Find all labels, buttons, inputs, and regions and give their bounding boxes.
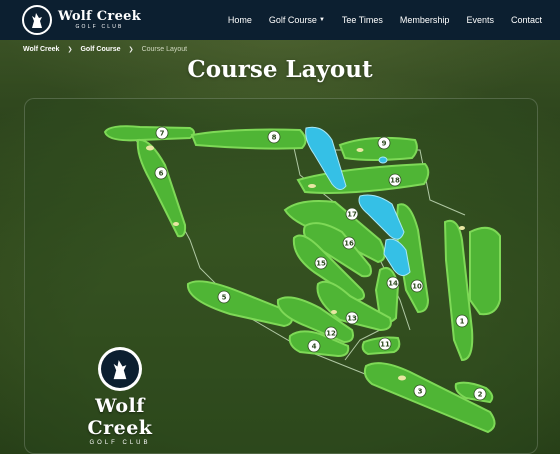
wolf-howling-icon	[101, 350, 139, 388]
hole-number-label: 17	[347, 211, 357, 219]
hole-marker-16[interactable]: 16	[342, 236, 356, 250]
hole-marker-2[interactable]: 2	[473, 387, 487, 401]
club-logo-subtitle: GOLF CLUB	[89, 440, 151, 446]
hole-marker-7[interactable]: 7	[155, 126, 169, 140]
hole-marker-6[interactable]: 6	[154, 166, 168, 180]
hole-marker-15[interactable]: 15	[314, 256, 328, 270]
hole-marker-4[interactable]: 4	[307, 339, 321, 353]
hole-marker-9[interactable]: 9	[377, 136, 391, 150]
hole-number-label: 3	[418, 388, 423, 396]
hole-number-label: 12	[326, 330, 336, 338]
hole-marker-11[interactable]: 11	[378, 337, 392, 351]
hole-number-label: 1	[460, 318, 465, 326]
hole-marker-13[interactable]: 13	[345, 311, 359, 325]
hole-number-label: 7	[160, 130, 165, 138]
hole-marker-5[interactable]: 5	[217, 290, 231, 304]
hole-marker-14[interactable]: 14	[386, 276, 400, 290]
hole-number-label: 14	[388, 280, 398, 288]
hole-marker-10[interactable]: 10	[410, 279, 424, 293]
hole-number-label: 8	[272, 134, 277, 142]
hole-marker-1[interactable]: 1	[455, 314, 469, 328]
hole-marker-8[interactable]: 8	[267, 130, 281, 144]
hole-number-label: 11	[380, 341, 390, 349]
hole-number-label: 2	[478, 391, 483, 399]
hole-number-label: 18	[390, 177, 400, 185]
hole-number-label: 5	[222, 294, 227, 302]
club-logo: Wolf Creek GOLF CLUB	[62, 347, 178, 446]
hole-number-label: 15	[316, 260, 326, 268]
hole-number-label: 16	[344, 240, 354, 248]
hole-marker-12[interactable]: 12	[324, 326, 338, 340]
hole-markers: 1234567 89101112131415161718	[154, 126, 487, 401]
hole-marker-17[interactable]: 17	[345, 207, 359, 221]
club-logo-name: Wolf Creek	[87, 395, 153, 439]
hole-number-label: 13	[347, 315, 357, 323]
hole-number-label: 6	[159, 170, 164, 178]
hole-marker-3[interactable]: 3	[413, 384, 427, 398]
hole-number-label: 9	[382, 140, 387, 148]
hole-number-label: 4	[312, 343, 317, 351]
hole-number-label: 10	[412, 283, 422, 291]
hole-marker-18[interactable]: 18	[388, 173, 402, 187]
